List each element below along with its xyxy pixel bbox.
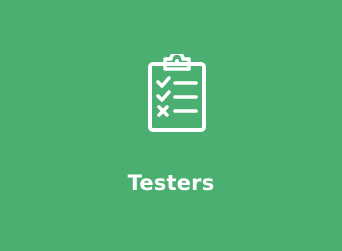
card-title: Testers (127, 171, 215, 195)
clipboard-checklist-icon (146, 54, 208, 134)
testers-card[interactable]: Testers (0, 0, 342, 251)
